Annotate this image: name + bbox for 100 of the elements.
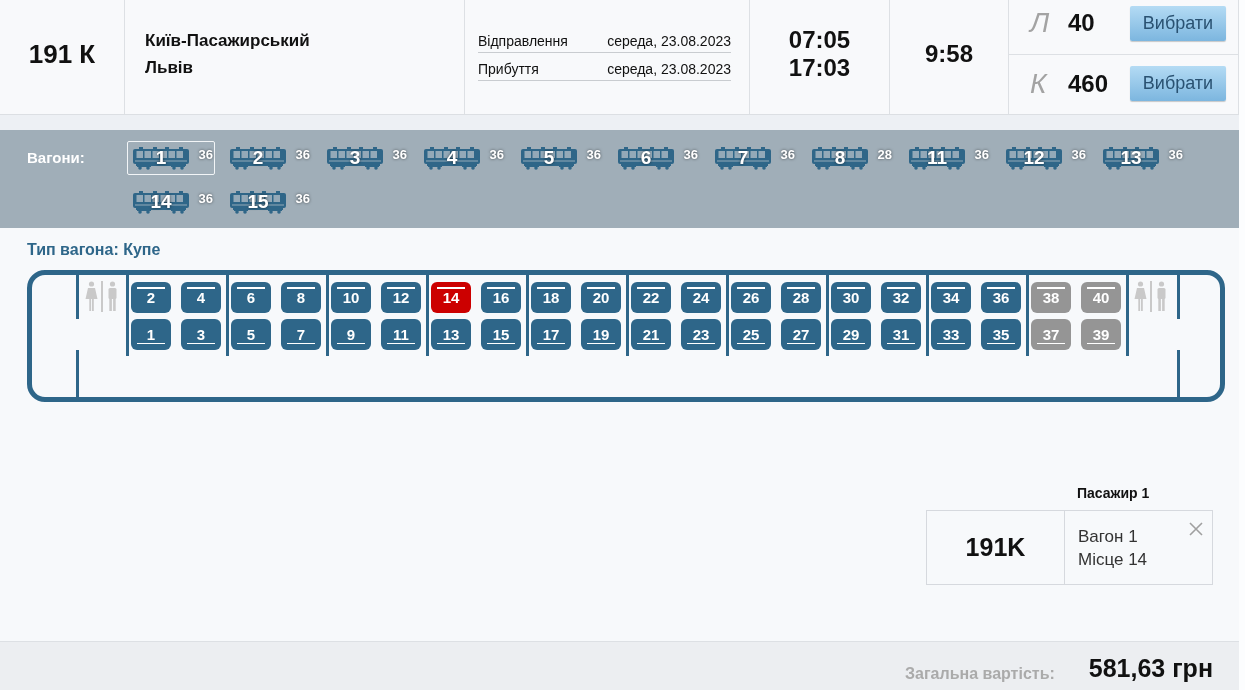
seat-button[interactable]: 11 [381,319,421,350]
ticket-wagon: Вагон 1 [1078,525,1139,548]
seat-button[interactable]: 10 [331,282,371,313]
wagon-tab[interactable]: 13 36 [1097,141,1185,175]
railcar-icon [230,147,286,170]
class-code: Л [1030,8,1051,38]
seat-button[interactable]: 28 [781,282,821,313]
seat-button[interactable]: 33 [931,319,971,350]
wagon-tab[interactable]: 12 36 [1000,141,1088,175]
wagon-tab[interactable]: 14 36 [127,185,215,219]
schedule-time: 07:05 [788,26,851,54]
seat-button[interactable]: 27 [781,319,821,350]
seat-button[interactable]: 8 [281,282,321,313]
seat-button[interactable]: 17 [531,319,571,350]
free-seat-count: 36 [1168,147,1183,162]
schedule-time: 17:03 [788,54,851,82]
railcar-icon [1103,147,1159,170]
total-label: Загальна вартість: [905,664,1055,684]
seat-button[interactable]: 5 [231,319,271,350]
wagon-tab[interactable]: 4 36 [418,141,506,175]
wagon-tab[interactable]: 6 36 [612,141,700,175]
seat-button[interactable]: 15 [481,319,521,350]
seat-button[interactable]: 25 [731,319,771,350]
schedule-date: середа, 23.08.2023 [607,32,731,51]
free-seat-count: 36 [295,191,310,206]
seat-button[interactable]: 16 [481,282,521,313]
railcar-icon [133,191,189,214]
wagons-label: Вагони: [27,148,86,168]
ticket-seat: Місце 14 [1078,547,1148,571]
select-button[interactable]: Вибрати [1130,5,1226,41]
free-seat-count: 36 [780,147,795,162]
wagon-tab[interactable]: 1 36 [127,141,215,175]
wagon-tab[interactable]: 11 36 [903,141,991,175]
schedule-label: Відправлення [478,32,568,51]
free-seat-count: 36 [198,147,213,162]
class-seat-count: 40 [1068,9,1095,37]
free-seat-count: 28 [877,147,892,162]
railcar-icon [1006,147,1062,170]
railcar-icon [133,147,189,170]
seat-button[interactable]: 26 [731,282,771,313]
free-seat-count: 36 [198,191,213,206]
select-button[interactable]: Вибрати [1130,66,1226,101]
seat-button[interactable]: 19 [581,319,621,350]
seat-button[interactable]: 7 [281,319,321,350]
travel-duration: 9:58 [924,40,973,68]
free-seat-count: 36 [489,147,504,162]
restroom-icon [1134,281,1169,312]
total-price: 581,63 грн [1088,653,1213,683]
wagon-tab[interactable]: 8 28 [806,141,894,175]
seat-button[interactable]: 13 [431,319,471,350]
free-seat-count: 36 [586,147,601,162]
seat-button[interactable]: 18 [531,282,571,313]
seat-button[interactable]: 35 [981,319,1021,350]
free-seat-count: 36 [974,147,989,162]
seat-button[interactable]: 6 [231,282,271,313]
seat-button[interactable]: 14 [431,282,471,313]
wagon-tab[interactable]: 2 36 [224,141,312,175]
ticket-train-number: 191K [927,511,1065,584]
seat-button[interactable]: 12 [381,282,421,313]
station-name: Львів [145,57,193,79]
seat-button[interactable]: 20 [581,282,621,313]
railcar-icon [618,147,674,170]
seat-button[interactable]: 21 [631,319,671,350]
seat-button[interactable]: 34 [931,282,971,313]
coach-type: Тип вагона: Купе [27,241,161,259]
station-name: Київ-Пасажирський [145,30,310,52]
free-seat-count: 36 [295,147,310,162]
seat-button[interactable]: 23 [681,319,721,350]
train-number: 191 К [28,39,96,69]
restroom-icon [85,281,120,312]
class-seat-count: 460 [1068,69,1109,98]
railcar-icon [715,147,771,170]
schedule-label: Прибуття [478,60,539,79]
railcar-icon [812,147,868,170]
close-icon[interactable] [1189,522,1203,536]
class-code: К [1030,68,1049,99]
seat-button[interactable]: 3 [181,319,221,350]
passenger-title: Пасажир 1 [1077,484,1150,502]
railcar-icon [909,147,965,170]
railcar-icon [521,147,577,170]
wagon-tab[interactable]: 3 36 [321,141,409,175]
free-seat-count: 36 [683,147,698,162]
seat-button[interactable]: 4 [181,282,221,313]
railcar-icon [424,147,480,170]
seat-button[interactable]: 24 [681,282,721,313]
seat-button[interactable]: 32 [881,282,921,313]
railcar-icon [327,147,383,170]
free-seat-count: 36 [392,147,407,162]
schedule-date: середа, 23.08.2023 [607,60,731,79]
seat-button[interactable]: 22 [631,282,671,313]
seat-button[interactable]: 29 [831,319,871,350]
wagon-tab[interactable]: 15 36 [224,185,312,219]
seat-button[interactable]: 36 [981,282,1021,313]
railcar-icon [230,191,286,214]
seat-button[interactable]: 2 [131,282,171,313]
seat-button[interactable]: 9 [331,319,371,350]
seat-button[interactable]: 30 [831,282,871,313]
seat-button[interactable]: 31 [881,319,921,350]
seat-button[interactable]: 1 [131,319,171,350]
free-seat-count: 36 [1071,147,1086,162]
